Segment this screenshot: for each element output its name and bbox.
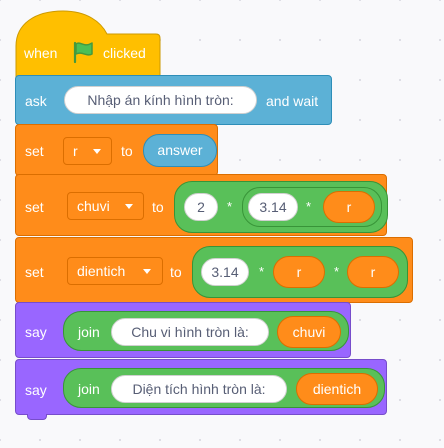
to-label: to (170, 264, 182, 280)
multiply-operator-outer[interactable]: 2 * 3.14 * r (174, 181, 388, 233)
variable-dropdown-r[interactable]: r (63, 137, 112, 165)
chevron-down-icon (93, 149, 101, 154)
multiply-operator-outer[interactable]: 3.14 * r * r (192, 246, 408, 298)
multiply-sign: * (334, 264, 340, 279)
clicked-label: clicked (103, 45, 146, 61)
multiply-operator-inner[interactable]: 3.14 * r (242, 187, 382, 227)
variable-reporter-dientich[interactable]: dientich (296, 373, 378, 405)
when-label: when (24, 45, 58, 61)
variable-dropdown-dientich[interactable]: dientich (67, 257, 163, 285)
say-label: say (25, 382, 47, 398)
join-label: join (78, 324, 100, 340)
join-operator[interactable]: join Chu vi hình tròn là: chuvi (63, 311, 349, 351)
to-label: to (121, 143, 133, 159)
join-operator[interactable]: join Diện tích hình tròn là: dientich (63, 368, 385, 408)
variable-reporter-r[interactable]: r (323, 191, 375, 223)
set-label: set (25, 264, 44, 280)
say-chuvi-block[interactable]: say join Chu vi hình tròn là: chuvi (15, 302, 351, 358)
variable-name: r (73, 143, 78, 159)
number-input[interactable]: 3.14 (201, 258, 249, 286)
text-input[interactable]: Diện tích hình tròn là: (111, 375, 287, 403)
set-r-block[interactable]: set r to answer (15, 124, 218, 176)
variable-dropdown-chuvi[interactable]: chuvi (67, 192, 144, 220)
text-input[interactable]: Chu vi hình tròn là: (111, 318, 269, 346)
to-label: to (152, 199, 164, 215)
bottom-notch (27, 414, 47, 420)
multiply-sign: * (306, 199, 312, 214)
ask-label: ask (25, 93, 47, 109)
number-input[interactable]: 2 (184, 193, 218, 221)
green-flag-icon (73, 41, 93, 64)
variable-name: chuvi (77, 198, 110, 214)
multiply-sign: * (259, 264, 265, 279)
chevron-down-icon (125, 204, 133, 209)
ask-prompt-input[interactable]: Nhập án kính hình tròn: (64, 86, 257, 114)
variable-reporter-r[interactable]: r (347, 256, 399, 288)
variable-name: dientich (77, 263, 126, 279)
chevron-down-icon (143, 269, 151, 274)
join-label: join (78, 381, 100, 397)
and-wait-label: and wait (266, 93, 319, 109)
set-label: set (25, 199, 44, 215)
answer-reporter[interactable]: answer (143, 134, 217, 167)
set-chuvi-block[interactable]: set chuvi to 2 * 3.14 * r (15, 174, 388, 236)
multiply-sign: * (227, 199, 233, 214)
variable-reporter-r[interactable]: r (273, 256, 325, 288)
ask-and-wait-block[interactable]: ask Nhập án kính hình tròn: and wait (15, 75, 332, 125)
say-label: say (25, 324, 47, 340)
set-dientich-block[interactable]: set dientich to 3.14 * r * r (15, 237, 413, 303)
number-input[interactable]: 3.14 (248, 193, 298, 221)
set-label: set (25, 143, 44, 159)
variable-reporter-chuvi[interactable]: chuvi (277, 316, 341, 348)
say-dientich-block[interactable]: say join Diện tích hình tròn là: dientic… (15, 359, 387, 415)
